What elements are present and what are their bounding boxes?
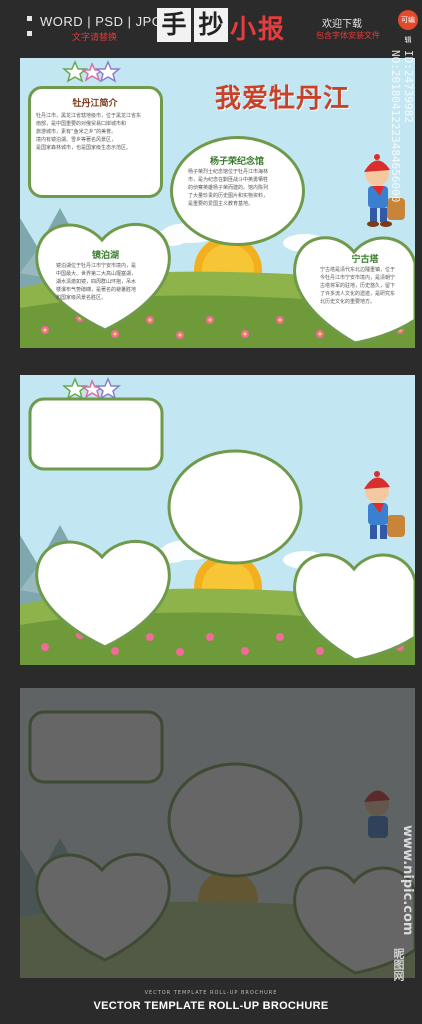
title-char-box: 抄: [194, 8, 228, 42]
memorial-title: 杨子荣纪念馆: [209, 157, 264, 167]
bullet-square: [27, 31, 32, 36]
format-list: WORD | PSD | JPG: [40, 14, 163, 29]
template-preview-filled: 我爱牡丹江 牡丹江简介 牡丹江市，黑龙江省辖地级市，位于黑龙江省东 南部，是中国…: [20, 58, 415, 348]
footer-title: VECTOR TEMPLATE ROLL-UP BROCHURE: [93, 1000, 329, 1012]
template-preview-faded: [20, 688, 415, 978]
header-bar: WORD | PSD | JPG 文字请替换 手 抄 小报 欢迎下载 包含字体安…: [0, 0, 422, 48]
site-watermark: www.nipic.com: [400, 825, 415, 936]
bullet-square: [27, 16, 32, 21]
welcome-text: 欢迎下载: [322, 19, 362, 30]
intro-title: 牡丹江简介: [72, 99, 118, 109]
image-id-text: ID:24739982 NO:20180412223484656000: [389, 50, 415, 203]
intro-text: 牡丹江市，黑龙江省辖地级市，位于黑龙江省东 南部，是中国重要的对俄贸易口岸城市和…: [36, 113, 142, 151]
welcome-note: 包含字体安装文件: [316, 31, 380, 40]
template-preview-blank: [20, 375, 415, 665]
background-scene: [20, 688, 415, 978]
header-title: 小报: [230, 15, 287, 45]
title-char-box: 手: [157, 8, 191, 42]
lake-text: 镜泊湖位于牡丹江市宁安市境内，是 中国最大、世界第二大高山堰塞湖， 湖水清澈如镜…: [56, 263, 137, 301]
background-scene: [20, 375, 415, 665]
editable-badge: 可编辑: [398, 10, 418, 44]
lake-title: 镜泊湖: [91, 251, 119, 261]
main-title: 我爱牡丹江: [215, 84, 351, 114]
format-note: 文字请替换: [72, 33, 118, 43]
brand-watermark: 昵图网: [392, 948, 405, 981]
memorial-text: 杨子荣烈士纪念馆位于牡丹江市海林 市，是为纪念在剿匪战斗中英勇牺牲 的侦察英雄杨…: [188, 169, 269, 207]
footer-subtitle: VECTOR TEMPLATE ROLL-UP BROCHURE: [144, 990, 278, 996]
